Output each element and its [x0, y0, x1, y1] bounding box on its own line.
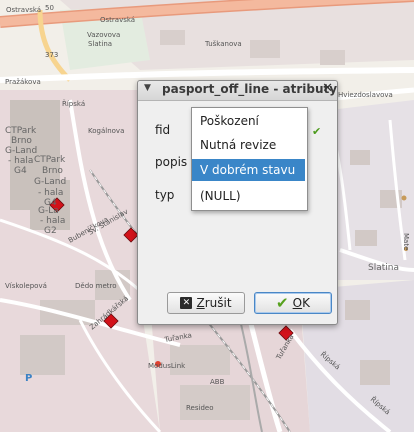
ok-button[interactable]: ✔ OK: [254, 292, 332, 314]
window-menu-icon[interactable]: ▼: [144, 83, 151, 93]
street-label-vazovova: Vazovova: [87, 31, 120, 39]
street-label-tuskanova: Tuškanova: [204, 40, 242, 48]
place-label-ctpark-g2-a: CTPark: [5, 126, 37, 136]
street-label-dedo-metro: Dědo metro: [75, 282, 117, 290]
dropdown-option-v-dobrem-stavu[interactable]: V dobrém stavu: [192, 159, 305, 181]
place-label-slatina: Slatina: [368, 263, 399, 273]
dropdown-option-poskozeni[interactable]: Poškození: [192, 110, 305, 132]
ok-check-icon: ✔: [276, 294, 289, 312]
place-label-resideo: Resideo: [186, 404, 213, 412]
dialog-title: pasport_off_line - atributy: [162, 82, 338, 96]
dropdown-option-null[interactable]: (NULL): [192, 185, 305, 207]
close-icon[interactable]: ✕: [322, 81, 333, 96]
street-label-ostravska-2: Ostravská: [100, 16, 135, 24]
place-label-ctpark-g4-1: CTPark: [34, 155, 66, 165]
place-label-ctpark-g2-g: - hala: [40, 216, 65, 226]
place-label-ctpark-g2-c: G-Land: [5, 146, 37, 156]
ok-button-label: OK: [292, 296, 310, 310]
place-label-ctpark-g4-4: - hala: [38, 188, 63, 198]
cancel-x-icon: ✕: [180, 297, 193, 309]
dialog-titlebar[interactable]: ▼ pasport_off_line - atributy ✕: [138, 81, 337, 101]
street-label-hviezdoslavova: Hviezdoslavova: [338, 91, 393, 99]
place-label-slatina-top: Slatina: [88, 40, 112, 48]
field-label-popis: popis: [155, 155, 188, 169]
street-label-ostravska-1: Ostravská: [6, 6, 41, 14]
place-label-ctpark-g4-3: G-Land: [34, 177, 66, 187]
place-label-ctpark-g2-f: G-La: [38, 206, 59, 216]
field-label-typ: typ: [155, 188, 175, 202]
place-label-ctpark-g2-e: G4: [14, 166, 27, 176]
street-label-mate: Mate: [402, 233, 410, 250]
cancel-button-label: Zrušit: [196, 296, 232, 310]
street-label-kogalnova: Kogálnova: [88, 127, 124, 135]
parking-icon: P: [25, 373, 32, 384]
street-label-prazakova: Pražákova: [5, 78, 41, 86]
typ-dropdown-list[interactable]: Poškození Nutná revize V dobrém stavu (N…: [191, 107, 308, 211]
road-number-373: 373: [45, 51, 58, 59]
dropdown-option-nutna-revize[interactable]: Nutná revize: [192, 134, 305, 156]
street-label-ripska: Řípská: [62, 99, 85, 108]
place-label-ctpark-g2-h: G2: [44, 226, 57, 236]
place-label-ctpark-g2-b: Brno: [11, 136, 32, 146]
place-label-moduslink: ModusLink: [148, 362, 186, 370]
road-number-50: 50: [45, 4, 54, 12]
place-label-ctpark-g4-2: Brno: [42, 166, 63, 176]
place-label-ctpark-g2-d: - hala: [8, 156, 33, 166]
valid-check-icon: ✔: [312, 125, 322, 138]
street-label-viskolepova: Vískolepová: [5, 282, 47, 290]
place-label-abb: ABB: [210, 378, 225, 386]
cancel-button[interactable]: ✕ Zrušit: [167, 292, 245, 314]
field-label-fid: fid: [155, 123, 171, 137]
